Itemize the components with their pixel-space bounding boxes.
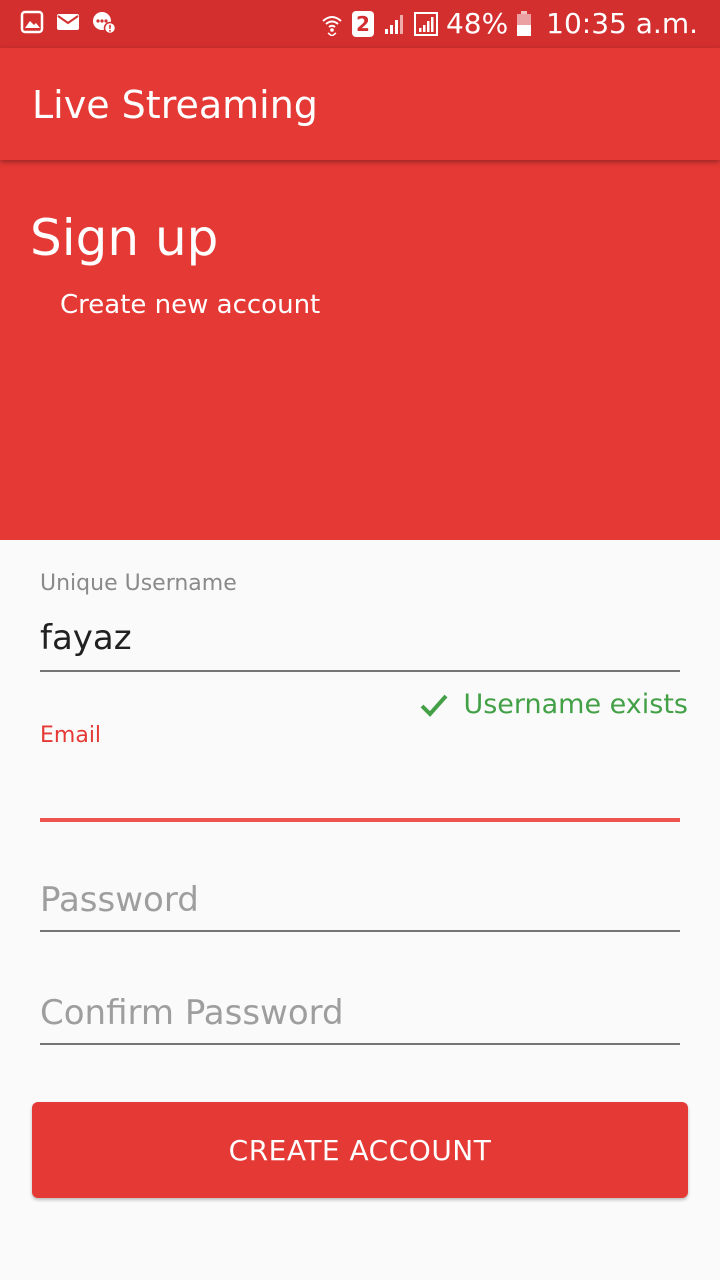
- confirm-password-underline: [40, 1043, 680, 1045]
- gallery-icon: [20, 10, 44, 34]
- sim2-badge-icon: 2: [351, 11, 374, 37]
- battery-percentage: 48%: [445, 7, 509, 40]
- chat-alert-icon: [93, 12, 116, 34]
- create-account-button[interactable]: CREATE ACCOUNT: [32, 1102, 688, 1198]
- page-title: Sign up: [30, 209, 219, 267]
- confirm-password-field-group: [40, 989, 680, 1045]
- username-underline: [40, 670, 680, 672]
- email-label: Email: [40, 723, 102, 748]
- username-input[interactable]: [40, 616, 680, 660]
- email-field-group: Email: [40, 722, 680, 822]
- wifi-icon: [322, 16, 342, 36]
- notification-icons: [20, 10, 116, 34]
- clock: 10:35 a.m.: [546, 7, 698, 40]
- signup-header: Sign up Create new account: [0, 160, 720, 540]
- checkmark-icon: [421, 694, 448, 717]
- create-account-label: CREATE ACCOUNT: [228, 1133, 492, 1167]
- app-bar: Live Streaming: [0, 48, 720, 160]
- username-status: Username exists: [419, 688, 688, 722]
- username-field-group: Unique Username: [40, 570, 680, 672]
- email-underline: [40, 818, 680, 822]
- signal-icon-2: [413, 12, 438, 36]
- battery-icon: [517, 11, 532, 36]
- password-field-group: [40, 876, 680, 932]
- username-label: Unique Username: [40, 571, 237, 596]
- mail-icon: [57, 14, 79, 30]
- signal-icon: [384, 15, 403, 34]
- status-bar: 2 48% 10:35 a.m.: [0, 0, 720, 48]
- page-subtitle: Create new account: [60, 290, 321, 320]
- email-input[interactable]: [40, 768, 680, 812]
- system-icons: 2 48% 10:35 a.m.: [320, 6, 698, 42]
- app-title: Live Streaming: [32, 83, 318, 127]
- password-input[interactable]: [40, 876, 680, 924]
- password-underline: [40, 930, 680, 932]
- username-status-text: Username exists: [463, 689, 688, 720]
- confirm-password-input[interactable]: [40, 989, 680, 1037]
